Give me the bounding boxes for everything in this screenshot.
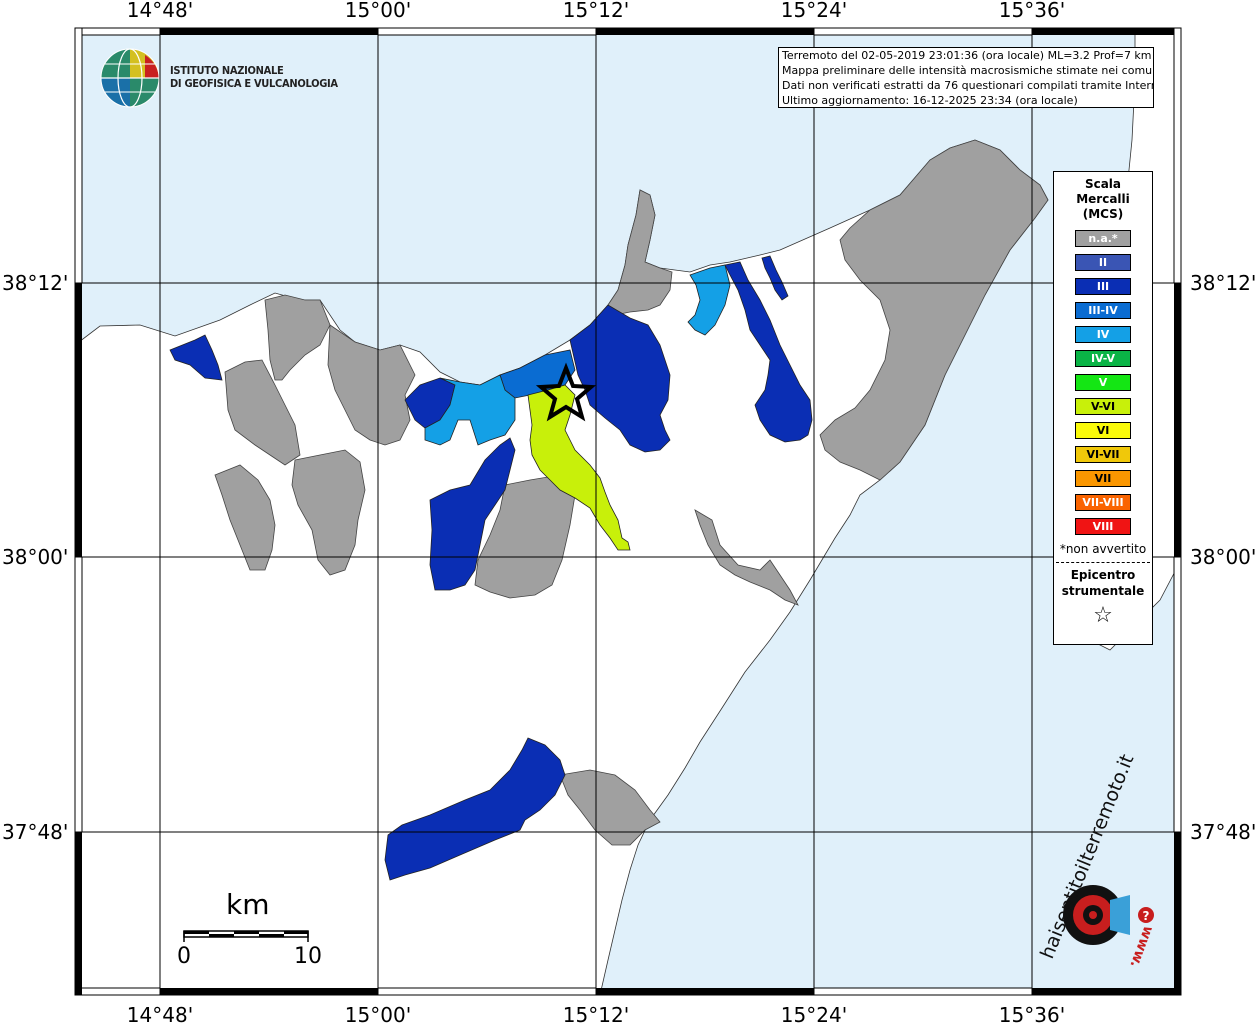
right-tick-label: 37°48' (1190, 820, 1255, 844)
ingv-logo-line1: ISTITUTO NAZIONALE (170, 64, 284, 77)
ingv-globe-icon (100, 48, 160, 108)
scale-start-label: 0 (177, 944, 191, 969)
svg-text:?: ? (1143, 909, 1150, 923)
legend-item: IV-V (1075, 350, 1131, 367)
top-tick-labels: 14°48' 15°00' 15°12' 15°24' 15°36' (127, 0, 1065, 22)
legend-item: VIII (1075, 518, 1131, 535)
legend-item: VI-VII (1075, 446, 1131, 463)
top-tick-label: 14°48' (127, 0, 193, 22)
legend-title: Scala Mercalli (MCS) (1054, 177, 1152, 222)
legend-epicentre-line2: strumentale (1061, 584, 1145, 598)
intensity-legend: Scala Mercalli (MCS) n.a.* II III III-IV IV I… (1053, 171, 1153, 645)
left-tick-label: 38°12' (2, 271, 68, 295)
bottom-tick-label: 15°24' (781, 1003, 847, 1024)
legend-items: n.a.* II III III-IV IV IV-V V V-VI VI VI-VII VII VI… (1054, 230, 1152, 535)
legend-title-line3: (MCS) (1082, 207, 1124, 221)
legend-separator (1056, 562, 1150, 563)
legend-item: III (1075, 278, 1131, 295)
legend-note: *non avvertito (1059, 542, 1147, 556)
info-line-updated: Ultimo aggiornamento: 16-12-2025 23:34 (… (782, 94, 1078, 107)
info-line-event: Terremoto del 02-05-2019 23:01:36 (ora l… (782, 49, 1152, 62)
left-tick-label: 38°00' (2, 545, 68, 569)
legend-item: V-VI (1075, 398, 1131, 415)
info-line-map: Mappa preliminare delle intensità macros… (782, 64, 1154, 77)
event-info-box: Terremoto del 02-05-2019 23:01:36 (ora l… (778, 47, 1154, 108)
legend-item: VII-VIII (1075, 494, 1131, 511)
legend-item: VII (1075, 470, 1131, 487)
ingv-logo-line2: DI GEOFISICA E VULCANOLOGIA (170, 77, 338, 90)
bottom-tick-label: 15°00' (345, 1003, 411, 1024)
star-icon: ☆ (1093, 603, 1113, 628)
scale-end-label: 10 (294, 944, 322, 969)
top-tick-label: 15°00' (345, 0, 411, 22)
scale-unit: km (226, 888, 270, 921)
legend-epicentre-line1: Epicentro (1070, 568, 1136, 582)
top-tick-label: 15°36' (999, 0, 1065, 22)
legend-item: V (1075, 374, 1131, 391)
legend-title-line2: Mercalli (1076, 192, 1130, 206)
bottom-tick-label: 14°48' (127, 1003, 193, 1024)
bottom-tick-label: 15°36' (999, 1003, 1065, 1024)
legend-item: IV (1075, 326, 1131, 343)
right-tick-label: 38°12' (1190, 271, 1255, 295)
info-line-data: Dati non verificati estratti da 76 quest… (782, 79, 1154, 92)
legend-item: III-IV (1075, 302, 1131, 319)
left-tick-labels: 38°12' 38°00' 37°48' (2, 271, 68, 844)
legend-item: VI (1075, 422, 1131, 439)
right-tick-labels: 38°12' 38°00' 37°48' (1190, 271, 1255, 844)
top-tick-label: 15°24' (781, 0, 847, 22)
top-tick-label: 15°12' (563, 0, 629, 22)
legend-epicentre: Epicentro strumentale (1054, 567, 1152, 599)
bottom-tick-labels: 14°48' 15°00' 15°12' 15°24' 15°36' (127, 1003, 1065, 1024)
ingv-logo-text: ISTITUTO NAZIONALE DI GEOFISICA E VULCAN… (170, 64, 338, 90)
left-tick-label: 37°48' (2, 820, 68, 844)
right-tick-label: 38°00' (1190, 545, 1255, 569)
legend-item: n.a.* (1075, 230, 1131, 247)
legend-item: II (1075, 254, 1131, 271)
bottom-tick-label: 15°12' (563, 1003, 629, 1024)
legend-title-line1: Scala (1084, 177, 1122, 191)
